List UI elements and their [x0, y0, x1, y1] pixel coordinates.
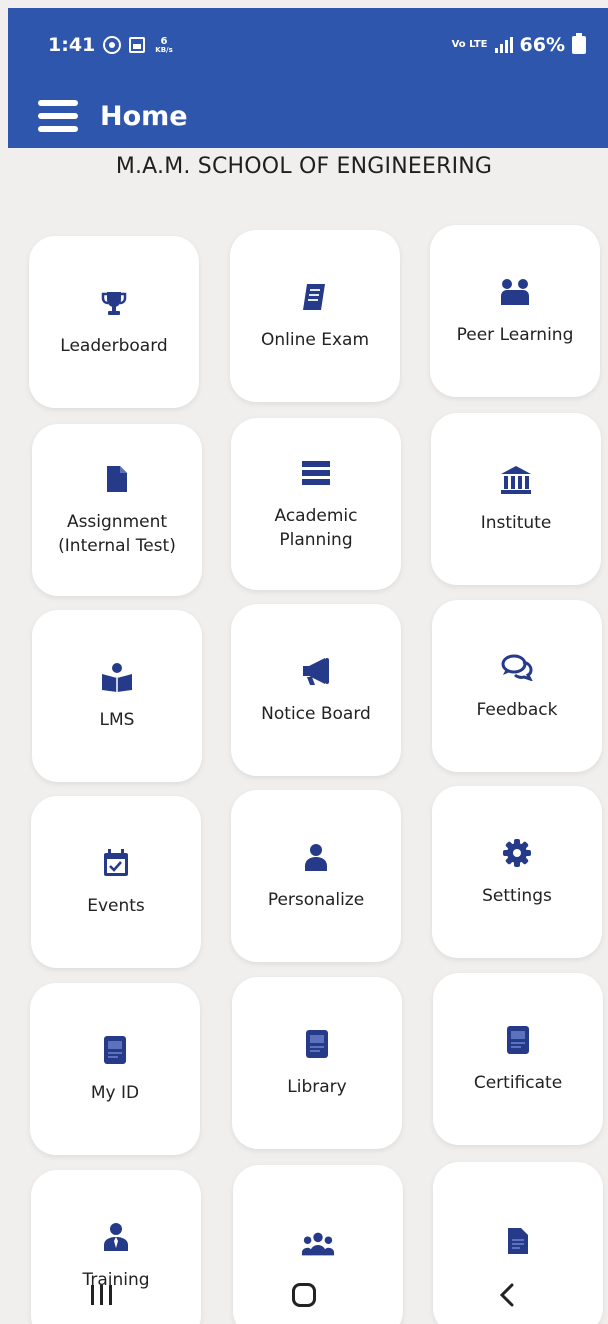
tile-label: Leaderboard: [60, 336, 168, 356]
status-bar: 1:41 6 KB/s Vo LTE 66%: [48, 30, 586, 60]
id-book-icon: [98, 1033, 132, 1067]
tile-peer-learning[interactable]: Peer Learning: [430, 225, 600, 397]
tile-assignment[interactable]: Assignment (Internal Test): [32, 424, 202, 596]
home-button[interactable]: [264, 1270, 344, 1320]
tile-academic-planning[interactable]: Academic Planning: [231, 418, 401, 590]
trophy-icon: [97, 286, 131, 320]
speed-value: 6: [160, 35, 168, 47]
battery-percent: 66%: [519, 34, 565, 56]
page-title: Home: [100, 100, 188, 132]
tile-personalize[interactable]: Personalize: [231, 790, 401, 962]
document-icon: [100, 462, 134, 496]
tile-lms[interactable]: LMS: [32, 610, 202, 782]
status-right: Vo LTE 66%: [451, 33, 586, 56]
school-name: M.A.M. SCHOOL OF ENGINEERING: [115, 154, 493, 179]
tile-settings[interactable]: Settings: [432, 786, 602, 958]
peer-learning-icon: [498, 275, 532, 309]
gear-icon: [500, 836, 534, 870]
tile-label: Events: [87, 896, 145, 916]
tile-label: Institute: [480, 513, 552, 533]
back-button[interactable]: [467, 1270, 547, 1320]
signal-icon: [494, 37, 513, 53]
image-icon: [129, 37, 146, 53]
book-icon: [298, 280, 332, 314]
battery-icon: [572, 33, 586, 54]
status-time: 1:41: [48, 34, 96, 56]
tile-label: Notice Board: [261, 704, 371, 724]
tile-label: Online Exam: [260, 330, 370, 350]
network-type: Vo LTE: [451, 39, 488, 50]
tile-events[interactable]: Events: [31, 796, 201, 968]
tile-feedback[interactable]: Feedback: [432, 600, 602, 772]
file-icon: [501, 1224, 535, 1258]
system-nav-bar: [0, 1266, 608, 1324]
home-icon: [291, 1283, 316, 1307]
speed-unit: KB/s: [155, 45, 173, 54]
list-lines-icon: [299, 456, 333, 490]
calendar-check-icon: [99, 846, 133, 880]
hamburger-icon[interactable]: [38, 100, 78, 132]
app-screen: 1:41 6 KB/s Vo LTE 66% Home M.A.M. SCHOO…: [0, 0, 608, 1324]
tile-library[interactable]: Library: [232, 977, 402, 1149]
tile-label: Peer Learning: [456, 325, 574, 345]
tile-label: Academic Planning: [274, 506, 358, 550]
recent-apps-icon: [90, 1285, 112, 1305]
tile-leaderboard[interactable]: Leaderboard: [29, 236, 199, 408]
status-left: 1:41 6 KB/s: [48, 34, 173, 56]
tile-label: My ID: [90, 1083, 140, 1103]
tile-label: Library: [287, 1077, 347, 1097]
tile-label: Personalize: [267, 890, 365, 910]
megaphone-icon: [299, 654, 333, 688]
tile-online-exam[interactable]: Online Exam: [230, 230, 400, 402]
tile-my-id[interactable]: My ID: [30, 983, 200, 1155]
tile-label: Settings: [482, 886, 552, 906]
group-icon: [301, 1227, 335, 1261]
tile-label: Feedback: [476, 700, 558, 720]
reader-icon: [100, 660, 134, 694]
title-row: Home: [38, 94, 188, 138]
whatsapp-icon: [103, 36, 122, 54]
tile-label: LMS: [99, 710, 135, 730]
app-bar: 1:41 6 KB/s Vo LTE 66% Home: [8, 8, 608, 148]
tile-label: Assignment (Internal Test): [58, 512, 176, 556]
institute-icon: [499, 463, 533, 497]
tile-label: Certificate: [473, 1073, 563, 1093]
trainer-icon: [99, 1220, 133, 1254]
tile-certificate[interactable]: Certificate: [433, 973, 603, 1145]
chat-icon: [500, 650, 534, 684]
speed-indicator: 6 KB/s: [155, 35, 173, 54]
back-icon: [499, 1283, 514, 1307]
tile-notice-board[interactable]: Notice Board: [231, 604, 401, 776]
library-book-icon: [300, 1027, 334, 1061]
tile-institute[interactable]: Institute: [431, 413, 601, 585]
recent-apps-button[interactable]: [61, 1270, 141, 1320]
person-icon: [299, 840, 333, 874]
certificate-icon: [501, 1023, 535, 1057]
